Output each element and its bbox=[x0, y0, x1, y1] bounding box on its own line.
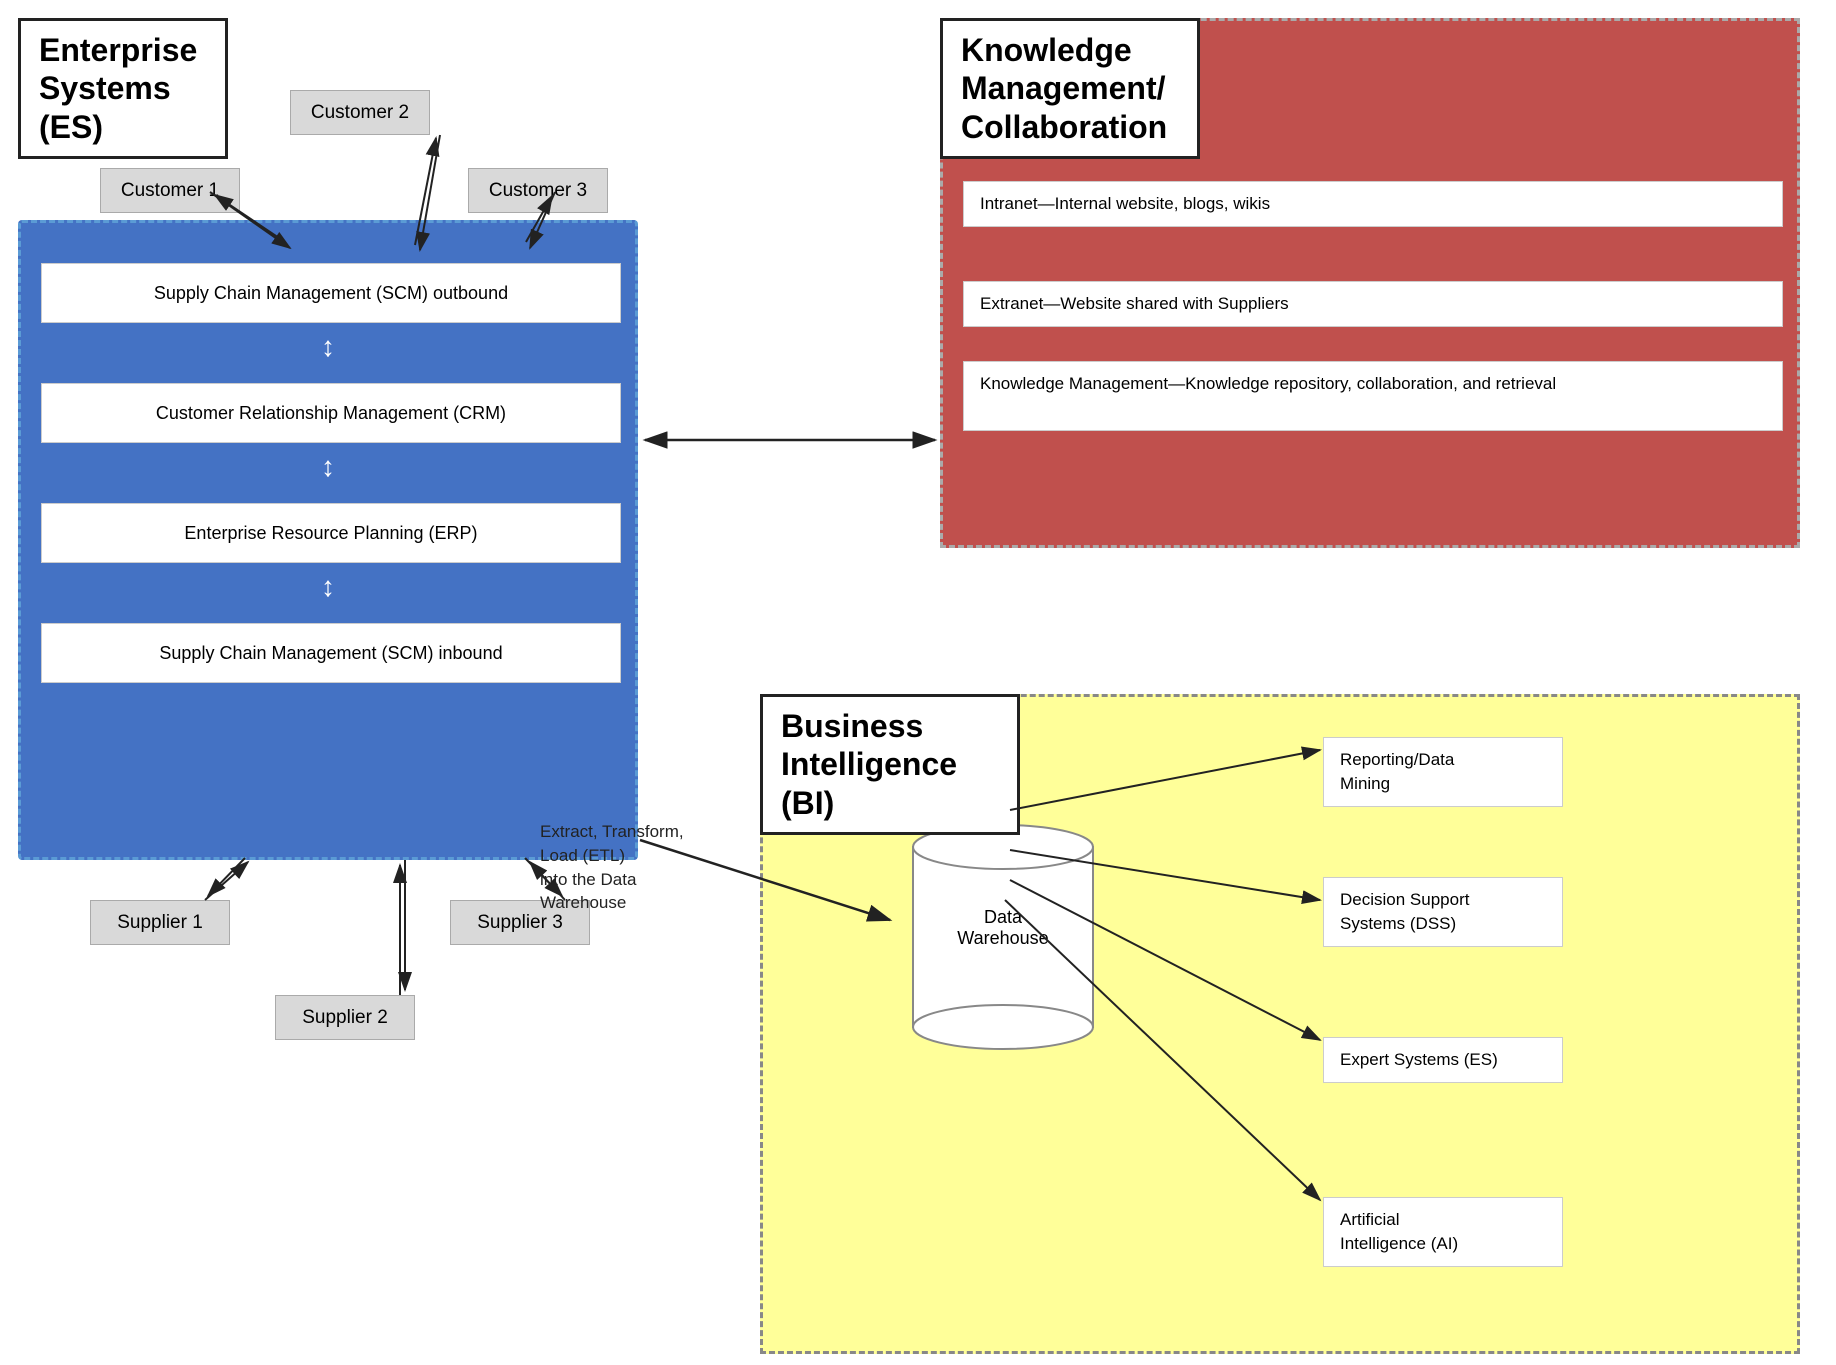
bi-title-box: Business Intelligence (BI) bbox=[760, 694, 1020, 835]
scm-inbound-box: Supply Chain Management (SCM) inbound bbox=[41, 623, 621, 683]
es-label-box: Enterprise Systems (ES) bbox=[18, 18, 228, 159]
bi-dss: Decision Support Systems (DSS) bbox=[1323, 877, 1563, 947]
km-extranet: Extranet—Website shared with Suppliers bbox=[963, 281, 1783, 327]
arrow-crm-erp: ↕ bbox=[321, 451, 335, 483]
km-title: Knowledge Management/ Collaboration bbox=[961, 31, 1179, 146]
diagram-container: Enterprise Systems (ES) Customer 1 Custo… bbox=[0, 0, 1836, 1365]
erp-box: Enterprise Resource Planning (ERP) bbox=[41, 503, 621, 563]
supplier-2-box: Supplier 2 bbox=[275, 995, 415, 1040]
supplier-1-box: Supplier 1 bbox=[90, 900, 230, 945]
crm-box: Customer Relationship Management (CRM) bbox=[41, 383, 621, 443]
arrow-sup1-scm bbox=[205, 862, 248, 900]
bi-ai: Artificial Intelligence (AI) bbox=[1323, 1197, 1563, 1267]
es-area: Supply Chain Management (SCM) outbound ↕… bbox=[18, 220, 638, 860]
bi-reporting: Reporting/Data Mining bbox=[1323, 737, 1563, 807]
etl-label: Extract, Transform, Load (ETL) into the … bbox=[540, 820, 740, 915]
customer-1-box: Customer 1 bbox=[100, 168, 240, 213]
customer-3-box: Customer 3 bbox=[468, 168, 608, 213]
bi-expert: Expert Systems (ES) bbox=[1323, 1037, 1563, 1083]
arrow-scm-crm: ↕ bbox=[321, 331, 335, 363]
arrow-erp-scm: ↕ bbox=[321, 571, 335, 603]
km-knowledge-mgmt: Knowledge Management—Knowledge repositor… bbox=[963, 361, 1783, 431]
data-warehouse-container: Data Warehouse bbox=[903, 817, 1103, 1072]
km-title-box: Knowledge Management/ Collaboration bbox=[940, 18, 1200, 159]
arrow-scm-sup1 bbox=[208, 858, 245, 896]
es-title: Enterprise Systems (ES) bbox=[39, 31, 207, 146]
customer-2-box: Customer 2 bbox=[290, 90, 430, 135]
scm-outbound-box: Supply Chain Management (SCM) outbound bbox=[41, 263, 621, 323]
data-warehouse-label: Data Warehouse bbox=[938, 907, 1068, 949]
bi-title: Business Intelligence (BI) bbox=[781, 707, 999, 822]
km-intranet: Intranet—Internal website, blogs, wikis bbox=[963, 181, 1783, 227]
